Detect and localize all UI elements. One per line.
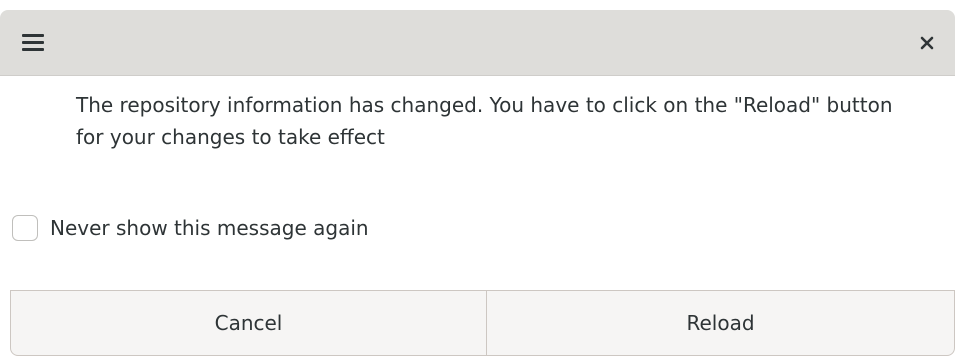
cancel-button[interactable]: Cancel xyxy=(10,290,487,356)
close-icon[interactable] xyxy=(915,31,939,55)
checkbox-label: Never show this message again xyxy=(50,216,369,240)
never-show-again-checkbox-row[interactable]: Never show this message again xyxy=(12,212,369,244)
headerbar xyxy=(0,10,955,76)
reload-button[interactable]: Reload xyxy=(486,290,955,356)
button-row: Cancel Reload xyxy=(0,290,955,360)
message-text: The repository information has changed. … xyxy=(76,93,893,149)
hamburger-menu-icon[interactable] xyxy=(20,30,48,56)
dialog-content: The repository information has changed. … xyxy=(0,76,955,290)
never-show-again-checkbox[interactable] xyxy=(12,215,38,241)
dialog-window: The repository information has changed. … xyxy=(0,0,955,360)
titlebar xyxy=(0,0,955,76)
